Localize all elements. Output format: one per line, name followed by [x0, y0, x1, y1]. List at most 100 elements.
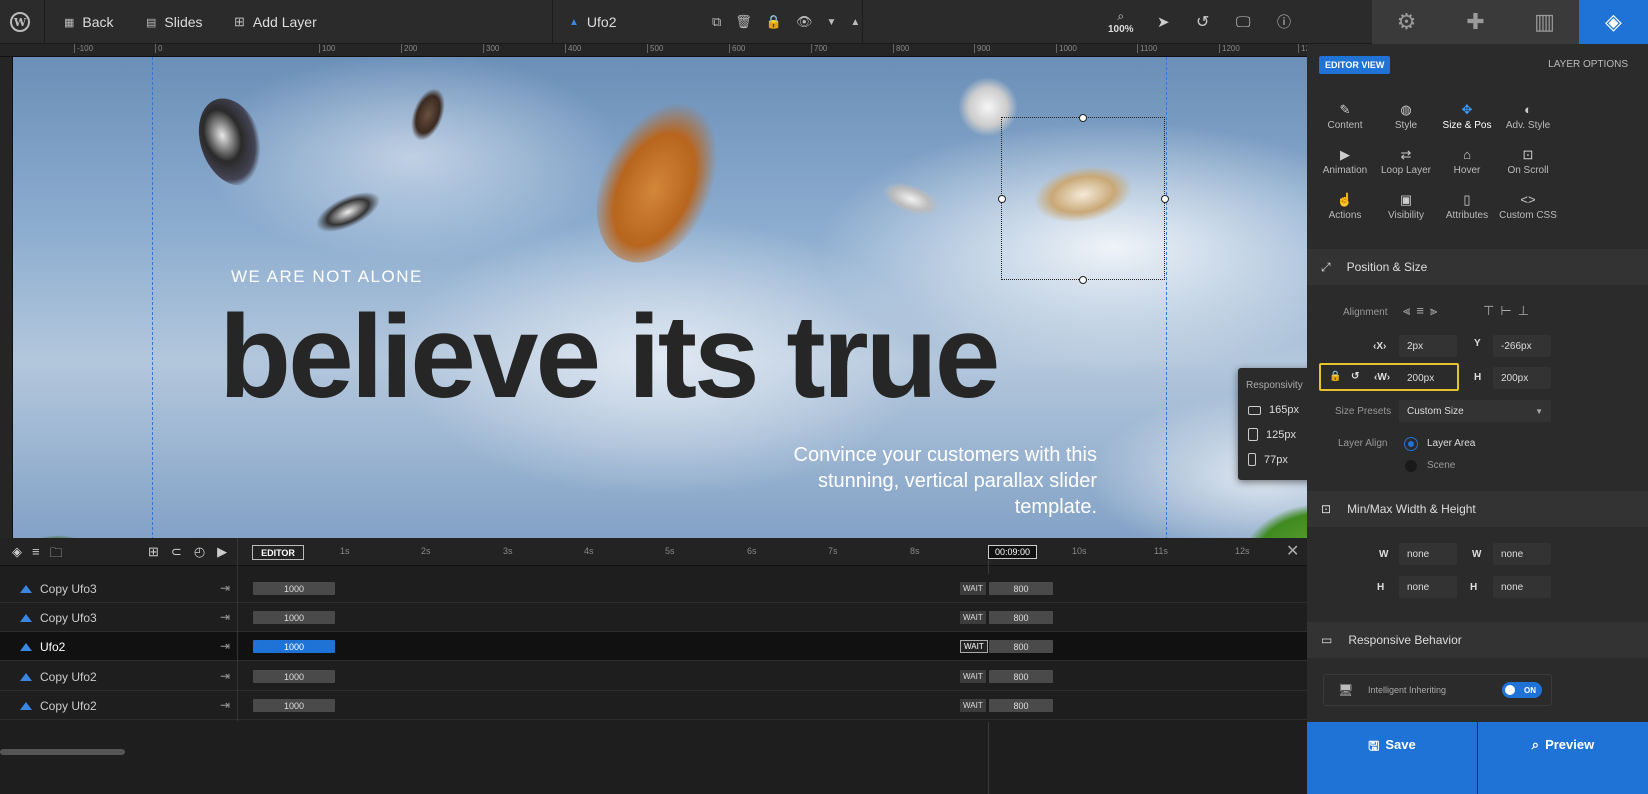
option-custom-css[interactable]: <> Custom CSS: [1498, 192, 1558, 221]
option-adv-style[interactable]: ◐ Adv. Style: [1498, 102, 1558, 131]
add-layer-button[interactable]: ⊞ Add Layer: [234, 0, 317, 44]
height-field[interactable]: 200px: [1493, 367, 1551, 389]
duplicate-icon[interactable]: ⧉: [712, 14, 721, 30]
undo-icon[interactable]: ↺: [1196, 0, 1209, 44]
wordpress-logo-button[interactable]: W: [10, 0, 30, 44]
play-icon[interactable]: ▶: [217, 544, 227, 560]
expand-arrow-icon[interactable]: ⇥: [220, 669, 230, 683]
option-content[interactable]: ✎ Content: [1315, 102, 1375, 131]
section-minmax[interactable]: ⊡ Min/Max Width & Height: [1307, 491, 1648, 527]
layer-end-bar[interactable]: 800: [989, 670, 1053, 683]
section-position-size[interactable]: ⤢ Position & Size: [1307, 249, 1648, 285]
layer-end-bar[interactable]: 800: [989, 699, 1053, 712]
cursor-icon[interactable]: ➤: [1157, 0, 1170, 44]
size-presets-select[interactable]: Custom Size ▼: [1399, 400, 1551, 422]
layer-end-bar[interactable]: 800: [989, 611, 1053, 624]
resize-handle[interactable]: [1079, 114, 1087, 122]
align-top-icon[interactable]: ⊤: [1483, 303, 1494, 319]
responsivity-tablet[interactable]: 125px: [1248, 428, 1296, 441]
close-timeline-icon[interactable]: ✕: [1286, 541, 1299, 561]
zoom-control[interactable]: ⌕ 100%: [1108, 0, 1134, 44]
option-animation[interactable]: ▶ Animation: [1315, 147, 1375, 176]
resize-handle[interactable]: [998, 195, 1006, 203]
reset-size-icon[interactable]: ↺: [1351, 371, 1359, 382]
trash-icon[interactable]: 🗑: [735, 14, 752, 30]
save-button[interactable]: 🖫 Save: [1307, 722, 1477, 794]
desktop-view-icon[interactable]: 🖵: [1236, 0, 1250, 44]
timeline-scrollbar[interactable]: [0, 749, 125, 755]
flying-cat-image[interactable]: [878, 175, 944, 223]
max-height-field[interactable]: none: [1493, 576, 1551, 598]
min-height-field[interactable]: none: [1399, 576, 1457, 598]
editor-view-badge[interactable]: EDITOR VIEW: [1319, 56, 1391, 74]
option-actions[interactable]: ☝ Actions: [1315, 192, 1375, 221]
layers-icon[interactable]: ◈: [12, 544, 22, 566]
y-position-field[interactable]: -266px: [1493, 335, 1551, 357]
headline-text-layer[interactable]: believe its true: [219, 289, 1000, 425]
move-up-icon[interactable]: ▲: [850, 17, 860, 28]
timeline-row[interactable]: Copy Ufo3 ⇥ 1000 WAIT 800: [0, 574, 1307, 603]
resize-handle[interactable]: [1161, 195, 1169, 203]
layer-area-radio[interactable]: [1405, 438, 1417, 450]
timer-icon[interactable]: ◴: [194, 544, 205, 560]
timeline-row[interactable]: Copy Ufo2 ⇥ 1000 WAIT 800: [0, 662, 1307, 691]
lock-ratio-icon[interactable]: 🔒: [1329, 371, 1341, 382]
expand-arrow-icon[interactable]: ⇥: [220, 698, 230, 712]
align-left-icon[interactable]: ⫷: [1403, 303, 1410, 319]
flying-cat-image[interactable]: [309, 183, 387, 241]
scene-radio[interactable]: [1405, 460, 1417, 472]
layers-tab-icon[interactable]: ◈: [1579, 0, 1648, 44]
option-size-pos[interactable]: ✥ Size & Pos: [1437, 102, 1497, 131]
help-icon[interactable]: ⓘ: [1277, 0, 1291, 44]
timeline-row-active[interactable]: Ufo2 ⇥ 1000 WAIT 800: [0, 632, 1307, 661]
current-time-marker[interactable]: 00:09:00: [988, 545, 1037, 559]
slides-tab-icon[interactable]: ▥: [1510, 0, 1579, 44]
expand-arrow-icon[interactable]: ⇥: [220, 639, 230, 653]
current-layer-selector[interactable]: ▲ Ufo2: [569, 0, 616, 44]
intelligent-inheriting-toggle[interactable]: ON: [1502, 682, 1542, 698]
expand-arrow-icon[interactable]: ⇥: [220, 610, 230, 624]
align-middle-icon[interactable]: ⊢: [1500, 303, 1511, 319]
subtitle-text-layer[interactable]: WE ARE NOT ALONE: [231, 267, 423, 287]
layer-start-bar[interactable]: 1000: [253, 640, 335, 653]
width-field[interactable]: 200px: [1399, 367, 1451, 389]
layer-end-bar[interactable]: 800: [989, 582, 1053, 595]
layer-start-bar[interactable]: 1000: [253, 582, 335, 595]
flying-dog-image[interactable]: [572, 81, 744, 283]
body-text-layer[interactable]: Convince your customers with this stunni…: [773, 442, 1097, 520]
expand-arrow-icon[interactable]: ⇥: [220, 581, 230, 595]
layer-end-bar[interactable]: 800: [989, 640, 1053, 653]
lock-icon[interactable]: 🔒: [766, 14, 782, 30]
resize-handle[interactable]: [1079, 276, 1087, 284]
timeline-row[interactable]: Copy Ufo2 ⇥ 1000 WAIT 800: [0, 691, 1307, 720]
align-center-icon[interactable]: ≡: [1416, 303, 1424, 319]
responsivity-mobile[interactable]: 77px: [1248, 453, 1288, 466]
x-position-field[interactable]: 2px: [1399, 335, 1457, 357]
option-visibility[interactable]: ▣ Visibility: [1376, 192, 1436, 221]
back-button[interactable]: ▦ Back: [64, 0, 114, 44]
option-loop-layer[interactable]: ⇄ Loop Layer: [1376, 147, 1436, 176]
option-on-scroll[interactable]: ⊡ On Scroll: [1498, 147, 1558, 176]
section-responsive-behavior[interactable]: ▭ Responsive Behavior: [1307, 622, 1648, 658]
folder-icon[interactable]: 🗀: [50, 544, 63, 566]
slides-button[interactable]: ▤ Slides: [146, 0, 203, 44]
eye-icon[interactable]: 👁: [796, 14, 813, 30]
option-attributes[interactable]: ▯ Attributes: [1437, 192, 1497, 221]
layer-start-bar[interactable]: 1000: [253, 670, 335, 683]
timeline-row[interactable]: Copy Ufo3 ⇥ 1000 WAIT 800: [0, 603, 1307, 632]
responsivity-desktop[interactable]: 165px: [1248, 404, 1299, 416]
magnet-icon[interactable]: ⊂: [171, 544, 182, 560]
selected-layer-box[interactable]: [998, 114, 1169, 284]
option-hover[interactable]: ⌂ Hover: [1437, 147, 1497, 176]
move-down-icon[interactable]: ▼: [827, 17, 837, 28]
layer-start-bar[interactable]: 1000: [253, 611, 335, 624]
slide-canvas[interactable]: WE ARE NOT ALONE believe its true Convin…: [13, 57, 1372, 565]
grid-snap-icon[interactable]: ⊞: [148, 544, 159, 560]
list-icon[interactable]: ≡: [32, 544, 40, 566]
align-right-icon[interactable]: ⫸: [1430, 303, 1437, 319]
max-width-field[interactable]: none: [1493, 543, 1551, 565]
layer-start-bar[interactable]: 1000: [253, 699, 335, 712]
min-width-field[interactable]: none: [1399, 543, 1457, 565]
preview-button[interactable]: ⌕ Preview: [1478, 722, 1648, 794]
navigation-tab-icon[interactable]: ✚: [1441, 0, 1510, 44]
